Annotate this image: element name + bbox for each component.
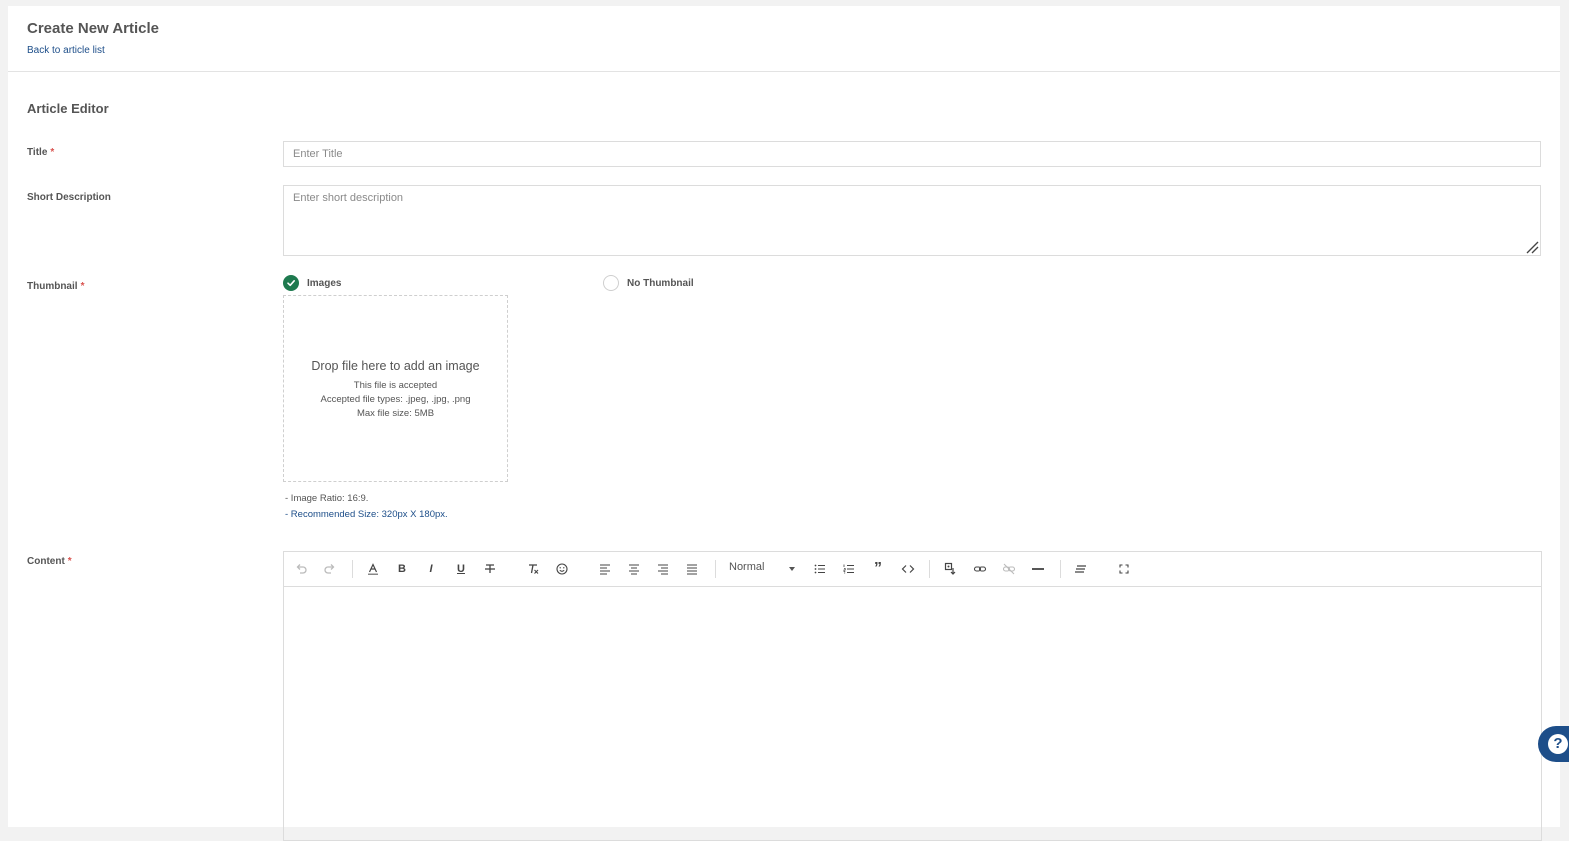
back-to-list-link[interactable]: Back to article list	[27, 45, 105, 56]
undo-icon[interactable]	[292, 560, 310, 578]
bold-glyph: B	[398, 563, 406, 575]
dropzone-title: Drop file here to add an image	[311, 359, 480, 373]
redo-icon[interactable]	[321, 560, 339, 578]
toolbar-separator	[929, 560, 930, 578]
link-icon[interactable]	[971, 560, 989, 578]
thumbnail-label-text: Thumbnail	[27, 281, 78, 292]
required-mark: *	[50, 147, 55, 158]
radio-no-thumbnail[interactable]: No Thumbnail	[603, 274, 694, 292]
align-center-icon[interactable]	[625, 560, 643, 578]
strikethrough-icon[interactable]	[481, 560, 499, 578]
article-form-card: Create New Article Back to article list …	[8, 6, 1560, 841]
required-mark: *	[80, 281, 85, 292]
radio-no-thumbnail-label: No Thumbnail	[627, 277, 694, 289]
emoji-icon[interactable]	[553, 560, 571, 578]
fullscreen-icon[interactable]	[1115, 560, 1133, 578]
underline-icon[interactable]: U	[452, 560, 470, 578]
clear-format-icon[interactable]	[524, 560, 542, 578]
dropzone-file-types: Accepted file types: .jpeg, .jpg, .png	[320, 394, 471, 405]
title-label-text: Title	[27, 147, 48, 158]
format-select-value: Normal	[729, 561, 765, 573]
align-right-icon[interactable]	[654, 560, 672, 578]
quote-glyph: ”	[874, 560, 882, 577]
unlink-icon[interactable]	[1000, 560, 1018, 578]
recommended-size-hint: - Recommended Size: 320px X 180px.	[285, 509, 448, 520]
radio-circle-icon	[603, 275, 619, 291]
content-label: Content *	[27, 556, 72, 567]
italic-icon[interactable]: I	[422, 560, 440, 578]
section-title: Article Editor	[27, 101, 109, 116]
dropzone-accepted: This file is accepted	[353, 380, 438, 391]
code-icon[interactable]	[899, 560, 917, 578]
short-description-label: Short Description	[27, 192, 111, 203]
numbered-list-icon[interactable]	[840, 560, 858, 578]
help-icon: ?	[1548, 734, 1568, 754]
page-header: Create New Article Back to article list	[8, 6, 1560, 72]
bullet-list-icon[interactable]	[811, 560, 829, 578]
image-icon[interactable]	[942, 560, 960, 578]
thumbnail-label: Thumbnail *	[27, 281, 84, 292]
short-description-textarea[interactable]	[283, 185, 1541, 256]
page-title: Create New Article	[27, 20, 159, 37]
content-label-text: Content	[27, 556, 65, 567]
align-left-icon[interactable]	[596, 560, 614, 578]
rich-text-editor: B I U Normal ”	[283, 551, 1542, 841]
help-button[interactable]: ?	[1538, 726, 1569, 762]
editor-content-area[interactable]	[284, 587, 1541, 840]
italic-glyph: I	[429, 563, 433, 575]
toolbar-separator	[1060, 560, 1061, 578]
radio-images-label: Images	[307, 277, 342, 289]
editor-toolbar: B I U Normal ”	[284, 552, 1541, 587]
blockquote-icon[interactable]: ”	[869, 560, 887, 578]
bold-icon[interactable]: B	[393, 560, 411, 578]
required-mark: *	[67, 556, 72, 567]
horizontal-rule-icon[interactable]	[1029, 560, 1047, 578]
chevron-down-icon	[789, 567, 795, 571]
dropzone-max-size: Max file size: 5MB	[356, 408, 435, 419]
toolbar-separator	[715, 560, 716, 578]
title-input[interactable]	[283, 141, 1541, 167]
resize-grip-icon[interactable]	[1525, 240, 1539, 254]
toolbar-separator	[352, 560, 353, 578]
radio-images[interactable]: Images	[283, 274, 341, 292]
image-ratio-hint: - Image Ratio: 16:9.	[285, 493, 369, 504]
title-label: Title *	[27, 147, 54, 158]
font-color-icon[interactable]	[364, 560, 382, 578]
line-height-icon[interactable]	[1072, 560, 1090, 578]
align-justify-icon[interactable]	[683, 560, 701, 578]
check-icon	[283, 275, 299, 291]
underline-glyph: U	[457, 563, 465, 575]
image-dropzone[interactable]: Drop file here to add an image This file…	[283, 295, 508, 482]
